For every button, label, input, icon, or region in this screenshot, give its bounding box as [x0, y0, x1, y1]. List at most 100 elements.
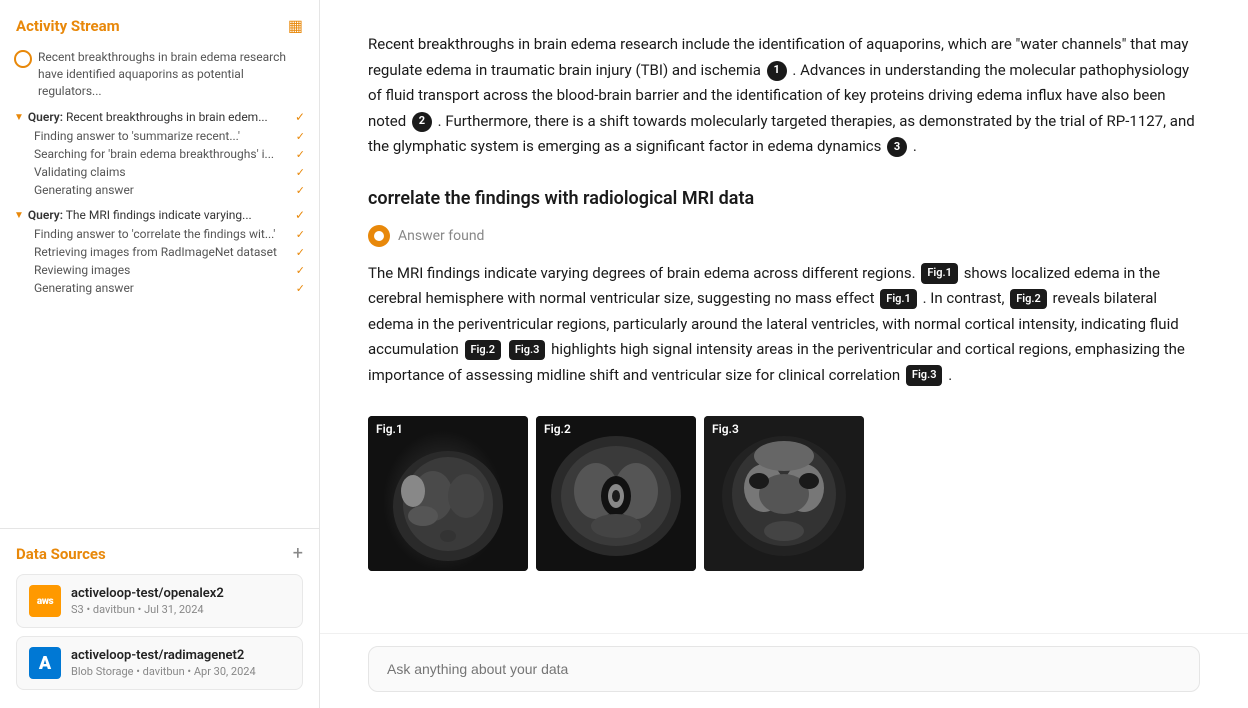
sub-item: Retrieving images from RadImageNet datas… [28, 243, 311, 261]
sub-item-text: Finding answer to 'summarize recent...' [34, 129, 240, 143]
section-heading: correlate the findings with radiological… [368, 188, 1200, 209]
sidebar: Activity Stream ▦ Recent breakthroughs i… [0, 0, 320, 708]
ask-input[interactable] [368, 646, 1200, 692]
check-small: ✓ [296, 264, 305, 277]
sub-item-text: Retrieving images from RadImageNet datas… [34, 245, 277, 259]
activity-stream-title: Activity Stream [16, 17, 120, 35]
check-small: ✓ [296, 184, 305, 197]
fig1-badge-2: Fig.1 [880, 289, 917, 310]
activity-status-icon [14, 50, 32, 68]
sub-item: Reviewing images ✓ [28, 261, 311, 279]
sub-item: Finding answer to 'correlate the finding… [28, 225, 311, 243]
check-small: ✓ [296, 228, 305, 241]
datasource-info-s3: activeloop-test/openalex2 S3 • davitbun … [71, 586, 290, 616]
sub-item: Generating answer ✓ [28, 279, 311, 297]
datasource-meta-blob: Blob Storage • davitbun • Apr 30, 2024 [71, 665, 290, 678]
sub-items-1: Finding answer to 'summarize recent...' … [8, 127, 311, 199]
aws-logo: aws [29, 585, 61, 617]
data-sources-title: Data Sources [16, 545, 106, 563]
activity-top-text: Recent breakthroughs in brain edema rese… [38, 49, 305, 99]
datasource-info-blob: activeloop-test/radimagenet2 Blob Storag… [71, 648, 290, 678]
check-small: ✓ [296, 246, 305, 259]
datasource-item-blob[interactable]: A activeloop-test/radimagenet2 Blob Stor… [16, 636, 303, 690]
query-header-2[interactable]: ▼ Query: The MRI findings indicate varyi… [8, 205, 311, 225]
mri-images-container: Fig.1 Fig.2 [368, 416, 1200, 571]
fig3-badge-2: Fig.3 [906, 365, 943, 386]
mri-image-fig3[interactable]: Fig.3 [704, 416, 864, 571]
answer-found-icon [368, 225, 390, 247]
check-small: ✓ [296, 130, 305, 143]
content-scroll: Recent breakthroughs in brain edema rese… [320, 0, 1248, 633]
check-small: ✓ [296, 166, 305, 179]
mri-label-2: Fig.2 [544, 422, 571, 436]
mri-brain-visual-3 [704, 416, 864, 571]
sub-items-2: Finding answer to 'correlate the finding… [8, 225, 311, 297]
answer-found-text: Answer found [398, 228, 484, 244]
query-group-1: ▼ Query: Recent breakthroughs in brain e… [8, 107, 311, 199]
paragraph-2: The MRI findings indicate varying degree… [368, 261, 1200, 389]
para1-end: . [913, 137, 917, 155]
query-header-1[interactable]: ▼ Query: Recent breakthroughs in brain e… [8, 107, 311, 127]
fig1-badge-1: Fig.1 [921, 263, 958, 284]
mri-label-3: Fig.3 [712, 422, 739, 436]
sub-item-text: Reviewing images [34, 263, 130, 277]
mri-brain-visual-2 [536, 416, 696, 571]
sub-item: Validating claims ✓ [28, 163, 311, 181]
bottom-bar [320, 633, 1248, 708]
data-sources-header: Data Sources + [16, 543, 303, 564]
datasource-name-blob: activeloop-test/radimagenet2 [71, 648, 290, 663]
sub-item: Searching for 'brain edema breakthroughs… [28, 145, 311, 163]
fig2-badge-2: Fig.2 [465, 340, 502, 361]
fig3-badge-1: Fig.3 [509, 340, 546, 361]
mri-svg-2 [536, 416, 696, 571]
query-header-left-1: ▼ Query: Recent breakthroughs in brain e… [14, 110, 268, 124]
query-keyword-2: Query: [28, 208, 63, 222]
mri-label-1: Fig.1 [376, 422, 403, 436]
chevron-icon-1: ▼ [14, 112, 24, 123]
layout-icon[interactable]: ▦ [288, 16, 303, 35]
mri-brain-visual-1 [368, 416, 528, 571]
add-datasource-button[interactable]: + [293, 543, 303, 564]
answer-found-badge: Answer found [368, 225, 1200, 247]
sub-item: Finding answer to 'summarize recent...' … [28, 127, 311, 145]
query-header-left-2: ▼ Query: The MRI findings indicate varyi… [14, 208, 252, 222]
activity-list: Recent breakthroughs in brain edema rese… [0, 45, 319, 528]
azure-logo: A [29, 647, 61, 679]
query-label-2: Query: The MRI findings indicate varying… [28, 208, 252, 222]
activity-top-item: Recent breakthroughs in brain edema rese… [8, 45, 311, 103]
sub-item-text: Validating claims [34, 165, 126, 179]
check-small: ✓ [296, 148, 305, 161]
check-small: ✓ [296, 282, 305, 295]
query-text-1: Recent breakthroughs in brain edem... [66, 110, 268, 124]
sub-item-text: Generating answer [34, 281, 134, 295]
data-sources-section: Data Sources + aws activeloop-test/opena… [0, 528, 319, 708]
mri-svg-1 [368, 416, 528, 571]
datasource-meta-s3: S3 • davitbun • Jul 31, 2024 [71, 603, 290, 616]
paragraph-1: Recent breakthroughs in brain edema rese… [368, 32, 1200, 160]
datasource-name-s3: activeloop-test/openalex2 [71, 586, 290, 601]
sub-item-text: Searching for 'brain edema breakthroughs… [34, 147, 274, 161]
sub-item-text: Finding answer to 'correlate the finding… [34, 227, 275, 241]
mri-image-fig1[interactable]: Fig.1 [368, 416, 528, 571]
chevron-icon-2: ▼ [14, 210, 24, 221]
query-label-1: Query: Recent breakthroughs in brain ede… [28, 110, 268, 124]
mri-image-fig2[interactable]: Fig.2 [536, 416, 696, 571]
answer-found-icon-inner [374, 231, 384, 241]
main-content: Recent breakthroughs in brain edema rese… [320, 0, 1248, 708]
query-keyword-1: Query: [28, 110, 63, 124]
query-group-2: ▼ Query: The MRI findings indicate varyi… [8, 205, 311, 297]
sub-item-text: Generating answer [34, 183, 134, 197]
para2-end: . [948, 366, 952, 384]
query-text-2: The MRI findings indicate varying... [66, 208, 252, 222]
sub-item: Generating answer ✓ [28, 181, 311, 199]
mri-svg-3 [704, 416, 864, 571]
para1-cont2: . Furthermore, there is a shift towards … [368, 112, 1195, 156]
fig2-badge-1: Fig.2 [1010, 289, 1047, 310]
check-icon-1: ✓ [295, 110, 305, 124]
activity-stream-header: Activity Stream ▦ [0, 0, 319, 45]
para2-text: The MRI findings indicate varying degree… [368, 264, 916, 282]
ref-badge-2: 2 [412, 112, 432, 132]
datasource-item-s3[interactable]: aws activeloop-test/openalex2 S3 • davit… [16, 574, 303, 628]
ref-badge-1: 1 [767, 61, 787, 81]
check-icon-2: ✓ [295, 208, 305, 222]
